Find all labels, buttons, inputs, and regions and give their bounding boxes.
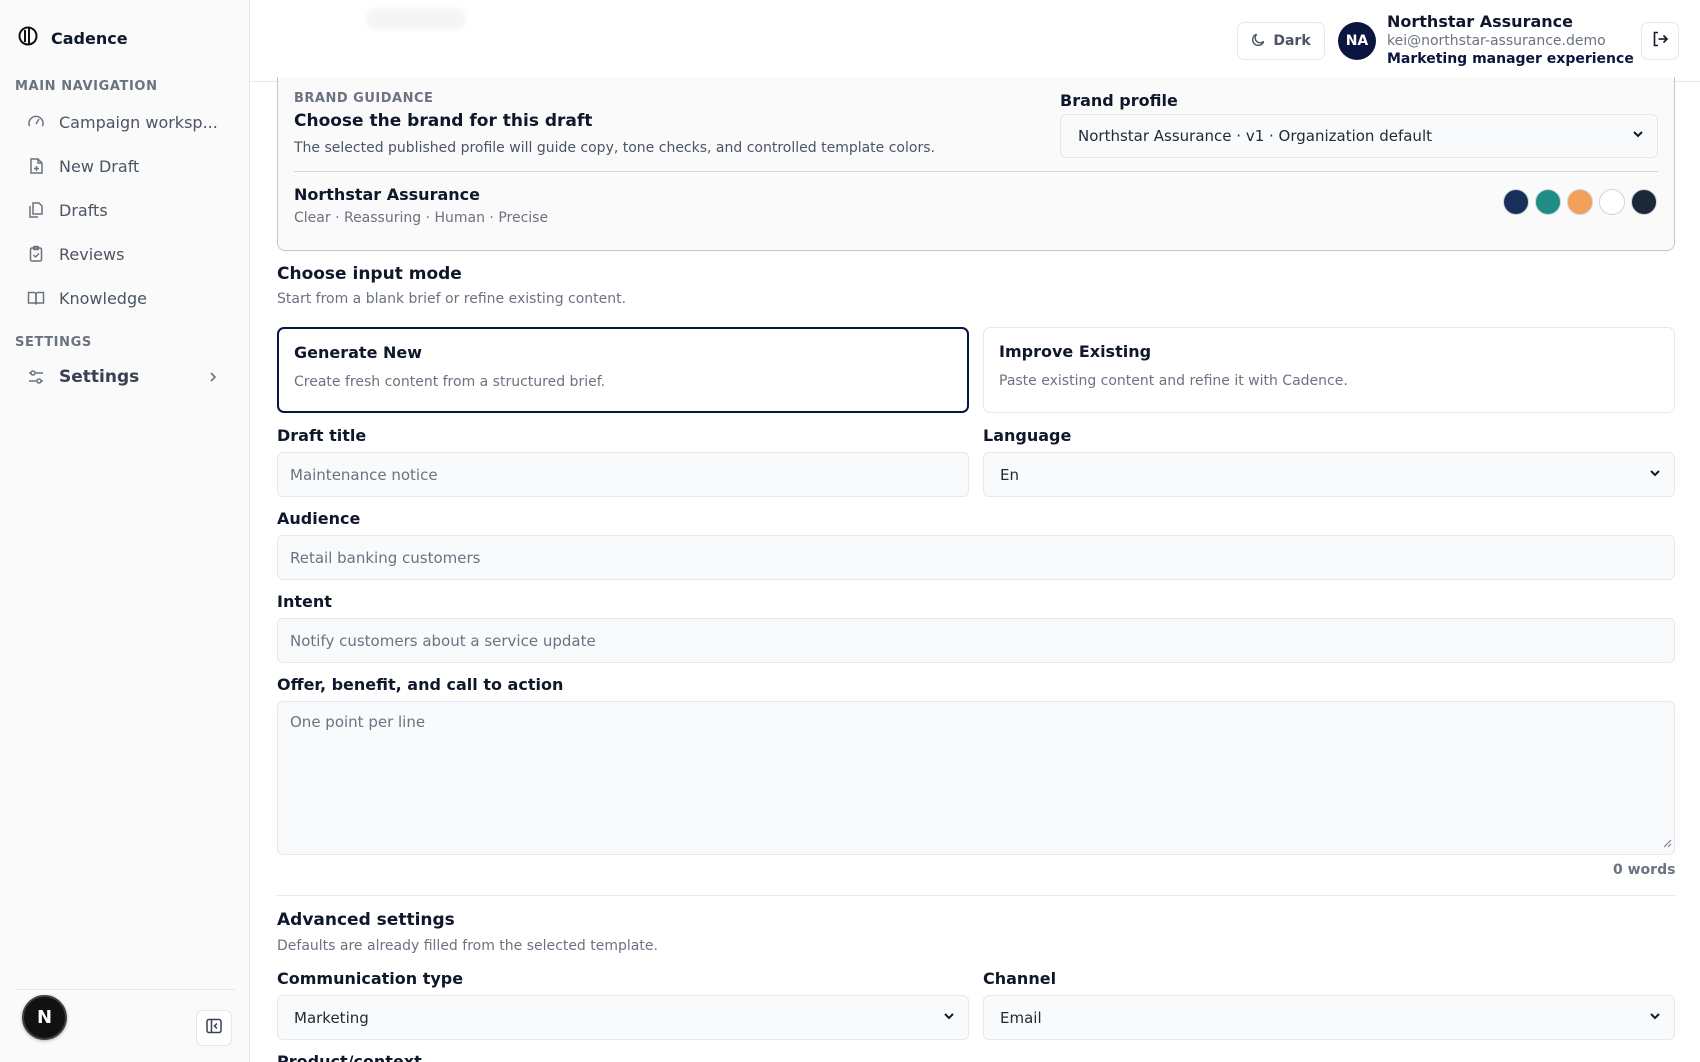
brand-profile-label: Brand profile: [1060, 91, 1178, 110]
brand[interactable]: Cadence: [18, 26, 128, 50]
card-divider: [294, 171, 1658, 172]
input-mode-title: Choose input mode: [277, 264, 462, 284]
advanced-settings-subtitle: Defaults are already filled from the sel…: [277, 938, 658, 954]
clipboard-check-icon: [26, 244, 46, 264]
section-divider: [277, 895, 1675, 896]
input-mode-subtitle: Start from a blank brief or refine exist…: [277, 291, 627, 307]
files-icon: [26, 200, 46, 220]
sidebar-item-label: Drafts: [59, 200, 108, 220]
audience-input[interactable]: Retail banking customers: [277, 535, 1675, 580]
sidebar-item-label: Campaign worksp...: [59, 112, 218, 132]
app-name: Cadence: [51, 28, 128, 48]
offer-textarea[interactable]: One point per line: [277, 701, 1675, 855]
communication-type-value: Marketing: [294, 1008, 369, 1027]
dark-mode-label: Dark: [1273, 33, 1311, 49]
channel-select[interactable]: Email: [983, 995, 1675, 1040]
chevron-down-icon: [1631, 127, 1645, 145]
user-email: kei@northstar-assurance.demo: [1387, 33, 1606, 49]
sidebar-item-settings[interactable]: Settings: [26, 359, 226, 395]
brand-profile-value: Northstar Assurance · v1 · Organization …: [1078, 127, 1432, 145]
faded-header-element: [366, 8, 466, 30]
improve-existing-option[interactable]: Improve Existing Paste existing content …: [983, 327, 1675, 413]
sidebar-item-campaign-workspace[interactable]: Campaign worksp...: [26, 104, 226, 140]
sidebar-item-label: Settings: [59, 367, 140, 387]
brand-guidance-description: The selected published profile will guid…: [294, 140, 935, 156]
cadence-logo-icon: [18, 26, 38, 50]
mode-description: Create fresh content from a structured b…: [294, 374, 606, 390]
chevron-down-icon: [1648, 1009, 1662, 1027]
brand-guidance-card: BRAND GUIDANCE Choose the brand for this…: [277, 77, 1675, 251]
word-count: 0 words: [1613, 862, 1676, 878]
panel-collapse-icon: [205, 1017, 223, 1039]
gauge-icon: [26, 112, 46, 132]
brand-guidance-eyebrow: BRAND GUIDANCE: [294, 91, 434, 106]
logout-icon: [1651, 30, 1669, 52]
mode-title: Improve Existing: [999, 342, 1152, 361]
intent-label: Intent: [277, 592, 332, 611]
mode-description: Paste existing content and refine it wit…: [999, 373, 1348, 389]
offer-placeholder: One point per line: [290, 713, 426, 731]
sidebar-item-new-draft[interactable]: New Draft: [26, 148, 226, 184]
logout-button[interactable]: [1641, 22, 1679, 60]
chevron-down-icon: [942, 1009, 956, 1027]
advanced-settings-title: Advanced settings: [277, 910, 455, 930]
draft-title-input[interactable]: Maintenance notice: [277, 452, 969, 497]
main-navigation-label: MAIN NAVIGATION: [15, 79, 158, 94]
settings-section-label: SETTINGS: [15, 335, 92, 350]
dark-mode-toggle[interactable]: Dark: [1237, 22, 1325, 60]
communication-type-label: Communication type: [277, 969, 464, 988]
brand-color-swatches: [1503, 189, 1657, 215]
mode-title: Generate New: [294, 343, 423, 362]
n-badge[interactable]: N: [22, 995, 67, 1040]
collapse-sidebar-button[interactable]: [196, 1010, 232, 1046]
sidebar: Cadence MAIN NAVIGATION Campaign worksp.…: [0, 0, 250, 1062]
moon-icon: [1251, 32, 1266, 51]
intent-input[interactable]: Notify customers about a service update: [277, 618, 1675, 663]
user-name: Northstar Assurance: [1387, 12, 1573, 31]
color-swatch: [1631, 189, 1657, 215]
chevron-down-icon: [1648, 466, 1662, 484]
chevron-right-icon: [206, 369, 220, 389]
user-role: Marketing manager experience: [1387, 51, 1634, 67]
channel-value: Email: [1000, 1008, 1042, 1027]
language-label: Language: [983, 426, 1072, 445]
color-swatch: [1599, 189, 1625, 215]
draft-title-label: Draft title: [277, 426, 367, 445]
sidebar-item-label: Reviews: [59, 244, 125, 264]
channel-label: Channel: [983, 969, 1057, 988]
generate-new-option[interactable]: Generate New Create fresh content from a…: [277, 327, 969, 413]
language-value: En: [1000, 465, 1019, 484]
top-header: Dark NA Northstar Assurance kei@northsta…: [251, 0, 1700, 82]
sidebar-divider: [15, 989, 235, 990]
sidebar-item-label: New Draft: [59, 156, 140, 176]
brand-tone: Clear · Reassuring · Human · Precise: [294, 210, 549, 226]
color-swatch: [1535, 189, 1561, 215]
sidebar-item-reviews[interactable]: Reviews: [26, 236, 226, 272]
product-context-label: Product/context: [277, 1052, 422, 1062]
sidebar-item-drafts[interactable]: Drafts: [26, 192, 226, 228]
sidebar-item-label: Knowledge: [59, 288, 147, 308]
color-swatch: [1567, 189, 1593, 215]
brand-name: Northstar Assurance: [294, 185, 480, 204]
brand-guidance-title: Choose the brand for this draft: [294, 111, 593, 131]
audience-label: Audience: [277, 509, 361, 528]
file-plus-icon: [26, 156, 46, 176]
resize-handle-icon[interactable]: [1662, 834, 1672, 852]
brand-profile-select[interactable]: Northstar Assurance · v1 · Organization …: [1060, 114, 1658, 158]
color-swatch: [1503, 189, 1529, 215]
sidebar-item-knowledge[interactable]: Knowledge: [26, 280, 226, 316]
book-open-icon: [26, 288, 46, 308]
avatar[interactable]: NA: [1338, 22, 1376, 60]
main-content: BRAND GUIDANCE Choose the brand for this…: [251, 77, 1700, 1062]
communication-type-select[interactable]: Marketing: [277, 995, 969, 1040]
sliders-icon: [26, 367, 46, 387]
language-select[interactable]: En: [983, 452, 1675, 497]
offer-label: Offer, benefit, and call to action: [277, 675, 564, 694]
